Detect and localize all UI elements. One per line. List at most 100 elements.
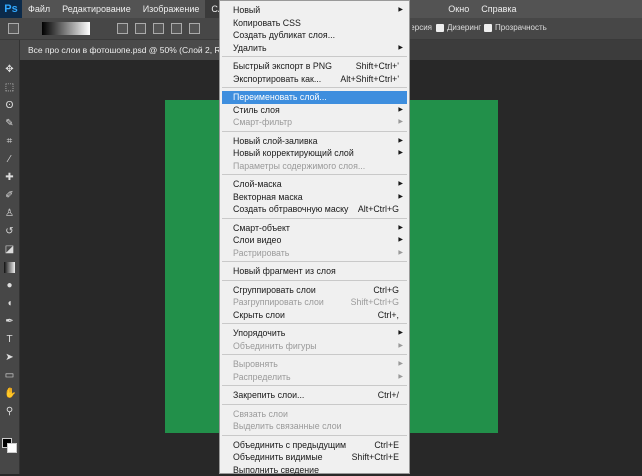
menu-item[interactable]: Стиль слоя▶ xyxy=(220,104,409,117)
brush-tool-icon[interactable]: ✐ xyxy=(4,190,15,201)
menu-item-label: Копировать CSS xyxy=(233,17,301,30)
eyedropper-tool-icon[interactable]: ⁄ xyxy=(4,154,15,165)
submenu-arrow-icon: ▶ xyxy=(398,191,403,204)
angle-gradient-button[interactable] xyxy=(153,23,164,34)
submenu-arrow-icon: ▶ xyxy=(398,234,403,247)
menu-item[interactable]: Объединить с предыдущим Ctrl+E xyxy=(220,439,409,452)
menu-item[interactable]: Создать дубликат слоя... xyxy=(220,29,409,42)
quick-select-tool-icon[interactable]: ✎ xyxy=(4,118,15,129)
menu-item-label: Сгруппировать слои xyxy=(233,284,316,297)
menu-item-label: Связать слои xyxy=(233,408,288,421)
type-tool-icon[interactable]: T xyxy=(4,334,15,345)
menu-item-label: Новый корректирующий слой xyxy=(233,147,354,160)
menu-item-label: Разгруппировать слои xyxy=(233,296,324,309)
dither-label: Дизеринг xyxy=(447,23,481,32)
submenu-arrow-icon: ▶ xyxy=(398,4,403,17)
menu-item-shortcut: Ctrl+E xyxy=(374,439,399,452)
menu-item[interactable]: Скрыть слоиCtrl+, xyxy=(220,309,409,322)
diamond-gradient-button[interactable] xyxy=(189,23,200,34)
menu-item-label: Создать обтравочную маску xyxy=(233,203,348,216)
submenu-arrow-icon: ▶ xyxy=(398,247,403,260)
menu-image[interactable]: Изображение xyxy=(137,0,206,18)
menu-item[interactable]: Экспортировать как... Alt+Shift+Ctrl+' xyxy=(220,73,409,86)
menu-edit[interactable]: Редактирование xyxy=(56,0,137,18)
menu-item[interactable]: Слои видео ▶ xyxy=(220,234,409,247)
menu-item[interactable]: Новый ▶ xyxy=(220,4,409,17)
dither-checkbox[interactable] xyxy=(436,24,444,32)
menu-item-label: Создать дубликат слоя... xyxy=(233,29,335,42)
menu-item[interactable]: Переименовать слой... xyxy=(222,91,407,104)
linear-gradient-button[interactable] xyxy=(117,23,128,34)
menu-item[interactable]: Удалить▶ xyxy=(220,42,409,55)
transparency-checkbox[interactable] xyxy=(484,24,492,32)
menu-item[interactable]: Сгруппировать слои Ctrl+G xyxy=(220,284,409,297)
document-tab[interactable]: Все про слои в фотошопе.psd @ 50% (Слой … xyxy=(20,40,220,60)
menu-item: Растрировать ▶ xyxy=(220,247,409,260)
stamp-tool-icon[interactable]: ♙ xyxy=(4,208,15,219)
eraser-tool-icon[interactable]: ◪ xyxy=(4,244,15,255)
layers-dropdown-menu: Новый ▶ Копировать CSSСоздать дубликат сло… xyxy=(219,0,410,474)
submenu-arrow-icon: ▶ xyxy=(398,222,403,235)
zoom-tool-icon[interactable]: ⚲ xyxy=(4,406,15,417)
submenu-arrow-icon: ▶ xyxy=(398,116,403,129)
tools-panel: ✥ ⬚ ʘ ✎ ⌗ ⁄ ✚ ✐ ♙ ↺ ◪ ● ◖ ✒ T ➤ ▭ ✋ ⚲ xyxy=(0,40,20,474)
menu-item[interactable]: Векторная маска▶ xyxy=(220,191,409,204)
menu-item-label: Экспортировать как... xyxy=(233,73,321,86)
menu-separator xyxy=(220,278,409,284)
transparency-label: Прозрачность xyxy=(495,23,547,32)
menu-item: Параметры содержимого слоя... xyxy=(220,160,409,173)
crop-tool-icon[interactable]: ⌗ xyxy=(4,136,15,147)
tool-preset-button[interactable] xyxy=(8,23,19,34)
hand-tool-icon[interactable]: ✋ xyxy=(4,388,15,399)
menu-separator xyxy=(220,352,409,358)
menu-file[interactable]: Файл xyxy=(22,0,56,18)
menu-item-label: Слои видео xyxy=(233,234,281,247)
menu-help[interactable]: Справка xyxy=(475,0,522,18)
menu-separator xyxy=(220,321,409,327)
shape-tool-icon[interactable]: ▭ xyxy=(4,370,15,381)
menu-item-label: Новый фрагмент из слоя xyxy=(233,265,336,278)
menu-item-label: Новый xyxy=(233,4,260,17)
menu-separator xyxy=(220,433,409,439)
menu-item-label: Объединить с предыдущим xyxy=(233,439,346,452)
history-brush-icon[interactable]: ↺ xyxy=(4,226,15,237)
menu-item[interactable]: Новый корректирующий слой ▶ xyxy=(220,147,409,160)
move-tool-icon[interactable]: ✥ xyxy=(4,64,15,75)
marquee-tool-icon[interactable]: ⬚ xyxy=(4,82,15,93)
menu-item[interactable]: Слой-маска▶ xyxy=(220,178,409,191)
menu-item[interactable]: Копировать CSS xyxy=(220,17,409,30)
menu-item[interactable]: Быстрый экспорт в PNGShift+Ctrl+' xyxy=(220,60,409,73)
menu-item[interactable]: Новый фрагмент из слоя xyxy=(220,265,409,278)
menu-item[interactable]: Объединить видимыеShift+Ctrl+E xyxy=(220,451,409,464)
submenu-arrow-icon: ▶ xyxy=(398,371,403,384)
gradient-picker[interactable] xyxy=(42,22,90,35)
menu-item[interactable]: Смарт-объект▶ xyxy=(220,222,409,235)
reflected-gradient-button[interactable] xyxy=(171,23,182,34)
radial-gradient-button[interactable] xyxy=(135,23,146,34)
menu-item[interactable]: Выполнить сведение xyxy=(220,464,409,476)
menu-item-shortcut: Ctrl+G xyxy=(373,284,399,297)
menu-item-label: Упорядочить xyxy=(233,327,285,340)
menu-item-label: Растрировать xyxy=(233,247,289,260)
menu-item[interactable]: Новый слой-заливка▶ xyxy=(220,135,409,148)
menu-item[interactable]: Упорядочить▶ xyxy=(220,327,409,340)
blur-tool-icon[interactable]: ● xyxy=(4,280,15,291)
menu-separator xyxy=(220,54,409,60)
dodge-tool-icon[interactable]: ◖ xyxy=(4,298,15,309)
menu-item-shortcut: Alt+Shift+Ctrl+' xyxy=(340,73,399,86)
gradient-tool-icon[interactable] xyxy=(4,262,15,273)
menu-item[interactable]: Закрепить слои...Ctrl+/ xyxy=(220,389,409,402)
menu-window[interactable]: Окно xyxy=(442,0,475,18)
submenu-arrow-icon: ▶ xyxy=(398,104,403,117)
menu-item-label: Объединить видимые xyxy=(233,451,323,464)
menu-item-label: Скрыть слои xyxy=(233,309,285,322)
lasso-tool-icon[interactable]: ʘ xyxy=(4,100,15,111)
menu-item-label: Слой-маска xyxy=(233,178,282,191)
pen-tool-icon[interactable]: ✒ xyxy=(4,316,15,327)
background-color-swatch[interactable] xyxy=(7,443,17,453)
path-select-tool-icon[interactable]: ➤ xyxy=(4,352,15,363)
menu-item[interactable]: Создать обтравочную маскуAlt+Ctrl+G xyxy=(220,203,409,216)
healing-tool-icon[interactable]: ✚ xyxy=(4,172,15,183)
menu-item: Разгруппировать слоиShift+Ctrl+G xyxy=(220,296,409,309)
submenu-arrow-icon: ▶ xyxy=(398,147,403,160)
